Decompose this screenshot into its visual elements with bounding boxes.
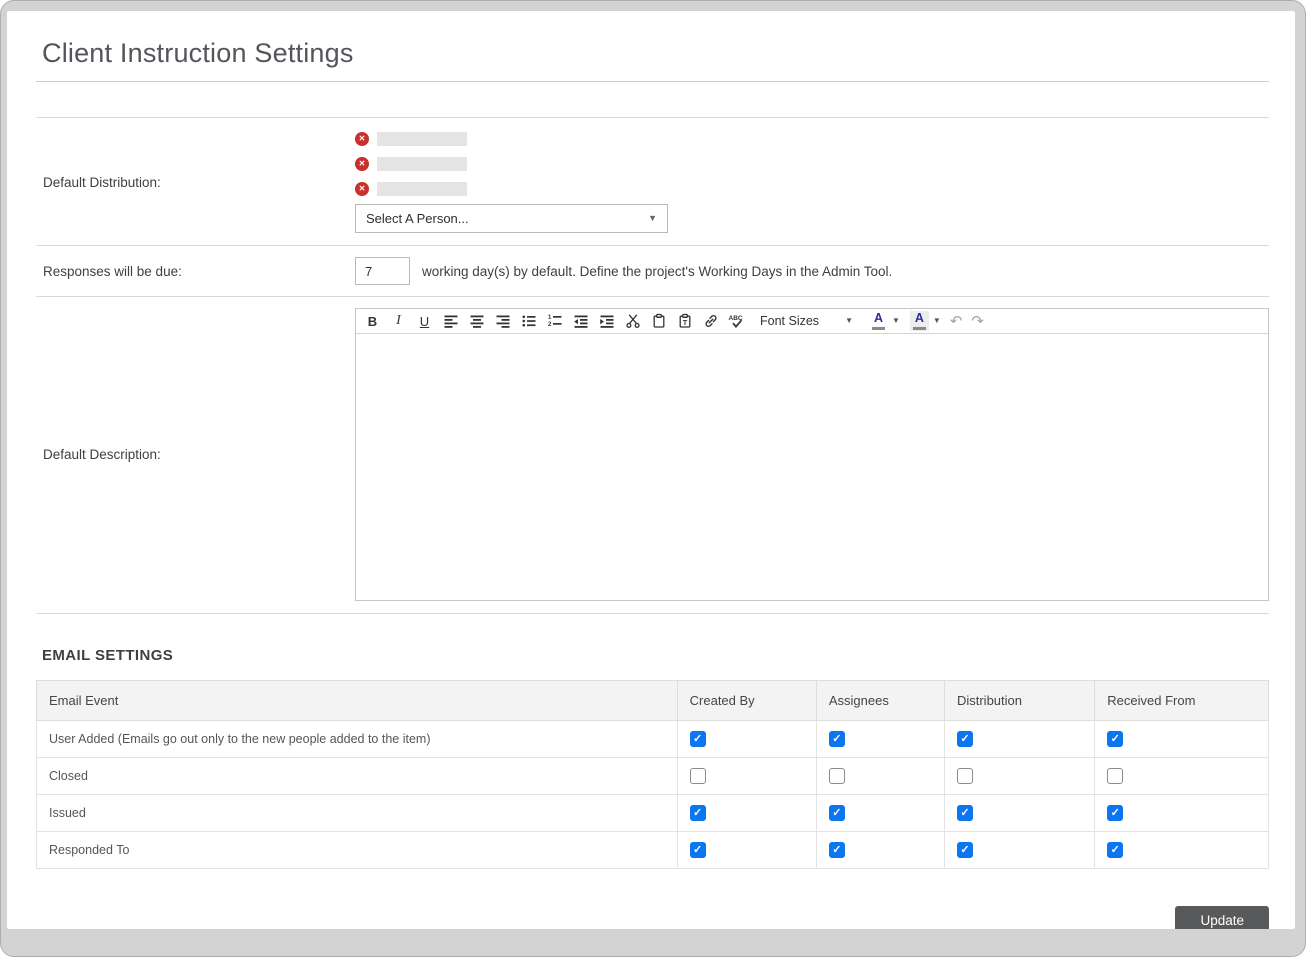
- chevron-down-icon: ▼: [648, 214, 657, 223]
- email-settings-table: Email Event Created By Assignees Distrib…: [36, 680, 1269, 869]
- due-label: Responses will be due:: [36, 264, 355, 279]
- bullet-list-icon[interactable]: [518, 310, 539, 332]
- due-days-input[interactable]: [355, 257, 410, 285]
- received-from-checkbox[interactable]: ✓: [1107, 731, 1123, 747]
- background-color-letter: A: [915, 312, 924, 326]
- distribution-checkbox[interactable]: ✓: [957, 805, 973, 821]
- column-header-email-event: Email Event: [37, 681, 678, 721]
- email-event-label: Issued: [37, 795, 678, 832]
- spellcheck-icon[interactable]: ABC: [726, 310, 747, 332]
- distribution-checkbox[interactable]: ✓: [957, 842, 973, 858]
- removed-person: ✕: [355, 157, 668, 171]
- column-header-received-from: Received From: [1095, 681, 1269, 721]
- chevron-down-icon: ▼: [892, 317, 900, 325]
- rich-text-editor: B I U: [355, 308, 1269, 601]
- redacted-name: [377, 182, 467, 196]
- due-row: Responses will be due: working day(s) by…: [36, 246, 1269, 297]
- text-color-letter: A: [874, 312, 883, 326]
- table-row: Closed: [37, 758, 1269, 795]
- text-color-button[interactable]: A ▼: [869, 311, 900, 331]
- remove-person-icon[interactable]: ✕: [355, 132, 369, 146]
- remove-person-icon[interactable]: ✕: [355, 182, 369, 196]
- remove-person-icon[interactable]: ✕: [355, 157, 369, 171]
- distribution-checkbox[interactable]: ✓: [957, 731, 973, 747]
- table-row: User Added (Emails go out only to the ne…: [37, 721, 1269, 758]
- paste-icon[interactable]: [648, 310, 669, 332]
- column-header-distribution: Distribution: [944, 681, 1094, 721]
- paste-as-text-icon[interactable]: T: [674, 310, 695, 332]
- settings-panel-frame: Client Instruction Settings Default Dist…: [0, 0, 1306, 957]
- cut-icon[interactable]: [622, 310, 643, 332]
- redo-icon[interactable]: ↷: [971, 314, 984, 329]
- numbered-list-icon[interactable]: 12: [544, 310, 565, 332]
- due-controls: working day(s) by default. Define the pr…: [355, 257, 892, 285]
- align-center-icon[interactable]: [466, 310, 487, 332]
- assignees-checkbox[interactable]: ✓: [829, 842, 845, 858]
- align-left-icon[interactable]: [440, 310, 461, 332]
- editor-toolbar: B I U: [356, 309, 1268, 334]
- received-from-checkbox[interactable]: ✓: [1107, 805, 1123, 821]
- settings-card: Client Instruction Settings Default Dist…: [7, 11, 1295, 929]
- table-row: Issued ✓ ✓ ✓ ✓: [37, 795, 1269, 832]
- description-row: Default Description: B I U: [36, 297, 1269, 614]
- received-from-checkbox[interactable]: ✓: [1107, 842, 1123, 858]
- created-by-checkbox[interactable]: [690, 768, 706, 784]
- removed-person: ✕: [355, 132, 668, 146]
- font-sizes-label: Font Sizes: [760, 314, 819, 328]
- received-from-checkbox[interactable]: [1107, 768, 1123, 784]
- distribution-row: Default Distribution: ✕ ✕ ✕ Select A Perso…: [36, 118, 1269, 246]
- created-by-checkbox[interactable]: ✓: [690, 842, 706, 858]
- table-header-row: Email Event Created By Assignees Distrib…: [37, 681, 1269, 721]
- outdent-icon[interactable]: [570, 310, 591, 332]
- indent-icon[interactable]: [596, 310, 617, 332]
- svg-text:1: 1: [548, 315, 552, 321]
- column-header-created-by: Created By: [677, 681, 816, 721]
- redacted-name: [377, 132, 467, 146]
- font-sizes-dropdown[interactable]: Font Sizes ▼: [760, 314, 853, 328]
- assignees-checkbox[interactable]: [829, 768, 845, 784]
- redacted-name: [377, 157, 467, 171]
- italic-button[interactable]: I: [388, 310, 409, 332]
- svg-text:T: T: [682, 320, 687, 327]
- background-color-button[interactable]: A ▼: [910, 311, 941, 331]
- spacer-row: [36, 82, 1269, 118]
- email-event-label: Responded To: [37, 832, 678, 869]
- created-by-checkbox[interactable]: ✓: [690, 731, 706, 747]
- email-event-label: User Added (Emails go out only to the ne…: [37, 721, 678, 758]
- assignees-checkbox[interactable]: ✓: [829, 731, 845, 747]
- removed-people-list: ✕ ✕ ✕: [355, 132, 668, 196]
- chevron-down-icon: ▼: [845, 317, 853, 325]
- underline-button[interactable]: U: [414, 310, 435, 332]
- chevron-down-icon: ▼: [933, 317, 941, 325]
- distribution-label: Default Distribution:: [36, 175, 355, 190]
- person-select[interactable]: Select A Person... ▼: [355, 204, 668, 233]
- description-editor[interactable]: [356, 334, 1268, 600]
- page-title: Client Instruction Settings: [36, 11, 1269, 82]
- link-icon[interactable]: [700, 310, 721, 332]
- svg-text:2: 2: [548, 322, 552, 328]
- update-button[interactable]: Update: [1175, 906, 1269, 929]
- description-label: Default Description:: [36, 447, 355, 462]
- person-select-value: Select A Person...: [366, 211, 469, 226]
- distribution-checkbox[interactable]: [957, 768, 973, 784]
- text-color-bar: [872, 327, 885, 330]
- column-header-assignees: Assignees: [816, 681, 944, 721]
- distribution-controls: ✕ ✕ ✕ Select A Person... ▼: [355, 132, 668, 233]
- table-row: Responded To ✓ ✓ ✓ ✓: [37, 832, 1269, 869]
- button-row: Update: [36, 906, 1269, 929]
- removed-person: ✕: [355, 182, 668, 196]
- background-color-bar: [913, 327, 926, 330]
- created-by-checkbox[interactable]: ✓: [690, 805, 706, 821]
- align-right-icon[interactable]: [492, 310, 513, 332]
- assignees-checkbox[interactable]: ✓: [829, 805, 845, 821]
- undo-icon[interactable]: ↶: [950, 314, 963, 329]
- email-event-label: Closed: [37, 758, 678, 795]
- email-settings-heading: EMAIL SETTINGS: [42, 647, 1269, 664]
- bold-button[interactable]: B: [362, 310, 383, 332]
- due-suffix-text: working day(s) by default. Define the pr…: [422, 264, 892, 279]
